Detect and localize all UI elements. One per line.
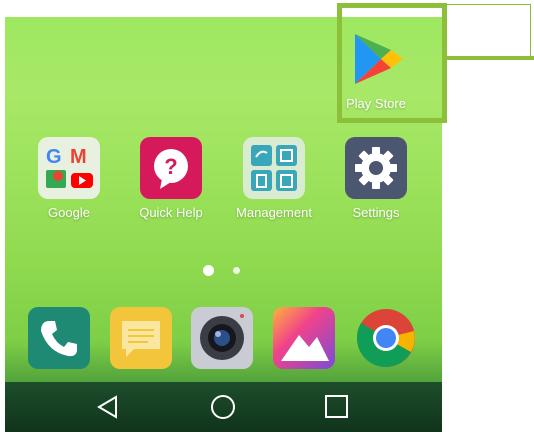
management-folder-app[interactable]: Management <box>228 137 320 220</box>
management-folder-icon <box>243 137 305 199</box>
phone-icon[interactable] <box>28 307 90 369</box>
quick-help-icon: ? <box>140 137 202 199</box>
highlight-box <box>337 3 447 123</box>
navigation-bar <box>5 382 442 432</box>
svg-text:G: G <box>46 146 62 168</box>
settings-label: Settings <box>352 205 400 220</box>
quick-help-app[interactable]: ? Quick Help <box>125 137 217 220</box>
gallery-icon[interactable] <box>273 307 335 369</box>
callout-connector <box>442 56 534 60</box>
settings-app[interactable]: Settings <box>330 137 422 220</box>
svg-text:?: ? <box>164 154 177 179</box>
settings-gear-icon <box>345 137 407 199</box>
google-folder-app[interactable]: G M Google <box>23 137 115 220</box>
svg-text:M: M <box>70 146 87 168</box>
callout-box <box>447 4 531 57</box>
home-circle-icon[interactable] <box>209 394 237 427</box>
back-triangle-icon[interactable] <box>95 394 121 425</box>
recents-square-icon[interactable] <box>324 394 350 425</box>
messaging-icon[interactable] <box>110 307 172 369</box>
chrome-icon[interactable] <box>355 307 417 369</box>
google-label: Google <box>48 205 90 220</box>
camera-icon[interactable] <box>191 307 253 369</box>
page-dot[interactable] <box>233 267 240 274</box>
google-folder-icon: G M <box>38 137 100 199</box>
quick-help-label: Quick Help <box>139 205 203 220</box>
page-dot-active[interactable] <box>203 265 214 276</box>
management-label: Management <box>236 205 312 220</box>
